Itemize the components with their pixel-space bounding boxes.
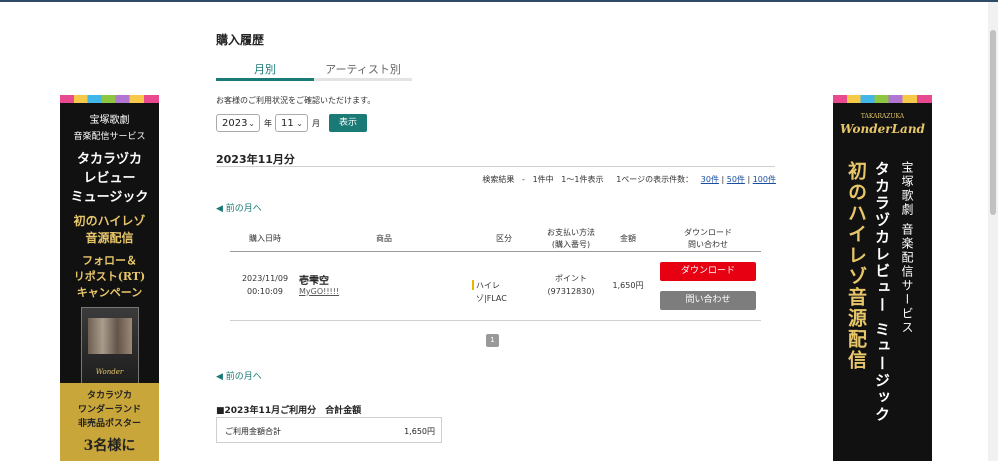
header-download-line: ダウンロード — [684, 228, 732, 237]
wonderland-logo: WonderLand — [840, 122, 925, 136]
banner-service-name: タカラヅカ レビュー ミュージック — [60, 150, 159, 207]
year-unit-label: 年 — [264, 119, 272, 128]
month-value: 11 — [281, 118, 294, 129]
page-number-current[interactable]: 1 — [486, 334, 499, 347]
header-type: 区分 — [496, 234, 512, 243]
results-label: 検索結果 — [482, 175, 515, 184]
order-number: (97312830) — [547, 287, 595, 296]
left-ad-banner[interactable]: 宝塚歌劇 音楽配信サービス タカラヅカ レビュー ミュージック 初のハイレゾ 音… — [60, 95, 159, 461]
total-value: 1,650円 — [404, 427, 435, 436]
total-title: ■2023年11月ご利用分 合計金額 — [216, 406, 362, 416]
chevron-down-icon: ⌄ — [248, 119, 255, 128]
header-payment-line: (購入番号) — [551, 240, 591, 249]
table-header-rule — [230, 251, 761, 252]
page-title: 購入履歴 — [216, 33, 265, 47]
results-count: 1件中 — [532, 175, 554, 184]
header-download-line: 問い合わせ — [688, 240, 728, 249]
month-select[interactable]: 11 ⌄ — [275, 114, 308, 132]
table-row-rule — [230, 320, 761, 321]
payment-method: ポイント — [555, 274, 587, 283]
results-dash: - — [522, 175, 525, 184]
scrollbar-thumb[interactable] — [990, 30, 996, 215]
banner-color-stripe — [60, 95, 159, 103]
results-summary: 検索結果 - 1件中 1〜1件表示 1ページの表示件数： 30件 | 50件 |… — [482, 175, 776, 184]
banner-line: タカラヅカ — [86, 391, 132, 401]
banner-line: 初のハイレゾ — [73, 214, 146, 228]
total-label: ご利用金額合計 — [225, 427, 281, 436]
header-download: ダウンロード 問い合わせ — [672, 227, 744, 251]
banner-vertical-line: 宝塚歌劇 音楽配信サービス — [900, 161, 914, 335]
banner-line: ワンダーランド — [77, 405, 141, 415]
prev-month-link[interactable]: ◀ 前の月へ — [216, 201, 262, 214]
payment-info: ポイント (97312830) — [538, 272, 604, 298]
download-button[interactable]: ダウンロード — [660, 262, 756, 281]
per-page-30-link[interactable]: 30件 — [701, 175, 719, 184]
banner-line: フォロー＆ — [82, 254, 137, 267]
right-ad-banner[interactable]: TAKARAZUKA WonderLand 宝塚歌劇 音楽配信サービス タカラヅ… — [833, 95, 932, 461]
banner-line: リポスト(RT) — [73, 270, 146, 283]
poster-image — [80, 307, 139, 387]
type-marker — [472, 280, 474, 290]
banner-color-stripe — [833, 95, 932, 103]
show-button[interactable]: 表示 — [329, 114, 367, 132]
year-select[interactable]: 2023 ⌄ — [216, 114, 260, 132]
header-date: 購入日時 — [249, 234, 281, 243]
month-section-title: 2023年11月分 — [216, 153, 295, 166]
banner-campaign-text: フォロー＆ リポスト(RT) キャンペーン — [60, 253, 159, 301]
page-scrollbar[interactable] — [988, 2, 998, 461]
banner-line: ミュージック — [70, 190, 149, 205]
artist-link[interactable]: MyGO!!!!! — [299, 287, 339, 296]
purchase-date: 2023/11/09 — [241, 274, 289, 283]
tab-monthly[interactable]: 月別 — [216, 62, 314, 81]
header-product: 商品 — [376, 234, 392, 243]
banner-line: キャンペーン — [76, 286, 143, 299]
banner-vertical-line: 初のハイレゾ音源配信 — [845, 161, 867, 371]
banner-line: 音楽配信サービス — [73, 132, 146, 142]
month-unit-label: 月 — [312, 119, 320, 128]
purchase-history-panel: 購入履歴 月別 アーティスト別 お客様のご利用状況をご確認いただけます。 202… — [216, 0, 776, 461]
prev-month-link[interactable]: ◀ 前の月へ — [216, 369, 262, 382]
product-title: 壱雫空 — [299, 276, 329, 287]
banner-line: 音源配信 — [85, 231, 134, 245]
header-payment: お支払い方法 (購入番号) — [538, 227, 604, 251]
banner-line: 宝塚歌劇 — [89, 115, 130, 126]
banner-prize-box: タカラヅカ ワンダーランド 非売品ポスター 3名様に — [60, 383, 159, 461]
banner-hires-text: 初のハイレゾ 音源配信 — [60, 213, 159, 247]
total-box: ご利用金額合計 1,650円 — [216, 417, 442, 443]
per-page-50-link[interactable]: 50件 — [727, 175, 745, 184]
year-value: 2023 — [222, 118, 248, 129]
header-payment-line: お支払い方法 — [547, 228, 595, 237]
banner-line: 3名様に — [83, 438, 136, 454]
tab-by-artist[interactable]: アーティスト別 — [314, 62, 412, 81]
banner-logo-caption: TAKARAZUKA — [860, 113, 905, 120]
per-page-label: 1ページの表示件数： — [616, 175, 694, 184]
inquiry-button[interactable]: 問い合わせ — [660, 291, 756, 310]
purchase-time: 00:10:09 — [247, 287, 283, 296]
purchase-datetime: 2023/11/09 00:10:09 — [234, 272, 296, 298]
format-type: ハイレゾ|FLAC — [476, 281, 507, 303]
view-tabs: 月別 アーティスト別 — [216, 62, 412, 82]
header-amount: 金額 — [620, 234, 636, 243]
results-range: 1〜1件表示 — [561, 175, 604, 184]
banner-vertical-line: タカラヅカレビュー ミュージック — [873, 161, 891, 424]
banner-line: 非売品ポスター — [77, 419, 141, 429]
purchase-amount: 1,650円 — [612, 281, 644, 290]
divider — [216, 166, 775, 167]
banner-line: レビュー — [83, 171, 136, 186]
banner-line: タカラヅカ — [76, 152, 142, 167]
banner-vertical-text: 宝塚歌劇 音楽配信サービス タカラヅカレビュー ミュージック 初のハイレゾ音源配… — [833, 161, 932, 461]
per-page-100-link[interactable]: 100件 — [753, 175, 776, 184]
intro-text: お客様のご利用状況をご確認いただけます。 — [216, 96, 376, 105]
chevron-down-icon: ⌄ — [296, 119, 303, 128]
